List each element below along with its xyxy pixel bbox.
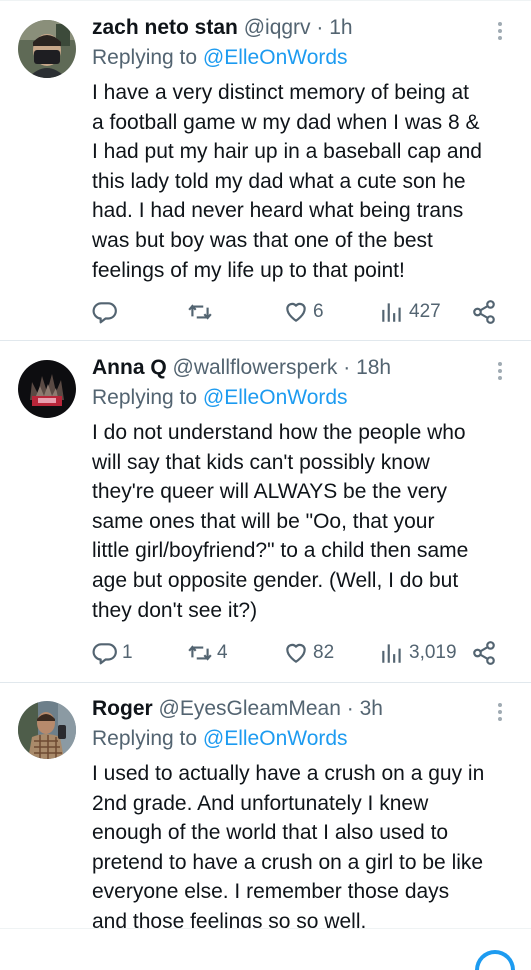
replying-to-label: Replying to (92, 46, 203, 69)
heart-icon (283, 640, 309, 666)
reply-icon (92, 640, 118, 666)
text-line: little girl/boyfriend?" to a child then … (92, 539, 469, 563)
heart-icon (283, 299, 309, 325)
tweet-header: Anna Q @wallflowersperk · 18h (92, 354, 391, 382)
timestamp[interactable]: 18h (356, 356, 391, 379)
separator-dot: · (316, 16, 324, 39)
text-line: 2nd grade. And unfortunately I knew (92, 791, 429, 815)
replying-to-mention[interactable]: @ElleOnWords (203, 727, 348, 750)
tweet-text: I have a very distinct memory of being a… (92, 78, 517, 285)
tweet-header: Roger @EyesGleamMean · 3h (92, 695, 383, 723)
retweet-icon (187, 640, 213, 666)
more-icon[interactable] (486, 358, 514, 384)
text-line: they're queer will ALWAYS be the very (92, 480, 447, 504)
display-name[interactable]: Anna Q (92, 356, 167, 379)
text-line: same ones that will be "Oo, that your (92, 509, 435, 533)
share-icon (471, 299, 497, 325)
timestamp[interactable]: 3h (360, 697, 383, 720)
text-line: I used to actually have a crush on a guy… (92, 762, 485, 785)
top-divider (0, 0, 531, 1)
reply-icon (92, 299, 118, 325)
text-line: I had put my hair up in a baseball cap a… (92, 140, 482, 164)
views-count: 427 (409, 301, 441, 322)
views-button[interactable]: 427 (379, 295, 441, 329)
display-name[interactable]: zach neto stan (92, 16, 238, 39)
text-line: a football game w my dad when I was 8 & (92, 110, 480, 134)
display-name[interactable]: Roger (92, 697, 153, 720)
views-icon (379, 299, 405, 325)
timestamp[interactable]: 1h (329, 16, 352, 39)
replying-to: Replying to @ElleOnWords (92, 725, 348, 753)
tweet-header: zach neto stan @iqgrv · 1h (92, 14, 353, 42)
separator-dot: · (346, 697, 354, 720)
text-line: will say that kids can't possibly know (92, 450, 430, 474)
avatar[interactable] (18, 360, 76, 418)
like-button[interactable]: 82 (283, 636, 334, 670)
text-line: was but boy was that one of the best (92, 228, 433, 252)
bottom-bar (0, 928, 531, 961)
replying-to-mention[interactable]: @ElleOnWords (203, 386, 348, 409)
views-count: 3,019 (409, 642, 457, 663)
text-line: they don't see it?) (92, 598, 258, 622)
user-handle[interactable]: @EyesGleamMean (159, 697, 341, 720)
retweet-button[interactable]: 4 (187, 636, 228, 670)
user-handle[interactable]: @wallflowersperk (173, 356, 338, 379)
like-count: 82 (313, 642, 335, 663)
retweet-icon (187, 299, 213, 325)
replying-to: Replying to @ElleOnWords (92, 44, 348, 72)
text-line: enough of the world that I also used to (92, 821, 449, 845)
more-icon[interactable] (486, 18, 514, 44)
replying-to-mention[interactable]: @ElleOnWords (203, 46, 348, 69)
text-line: feelings of my life up to that point! (92, 258, 405, 282)
replying-to-label: Replying to (92, 727, 203, 750)
tweet-text: I do not understand how the people who w… (92, 418, 517, 625)
reply-button[interactable] (92, 295, 118, 329)
retweet-count: 4 (217, 642, 228, 663)
avatar[interactable] (18, 701, 76, 759)
like-button[interactable]: 6 (283, 295, 324, 329)
action-bar: 6 427 (92, 295, 517, 329)
text-line: pretend to have a crush on a girl to be … (92, 850, 484, 874)
share-button[interactable] (471, 636, 497, 670)
replying-to-label: Replying to (92, 386, 203, 409)
like-count: 6 (313, 301, 324, 322)
text-line: I have a very distinct memory of being a… (92, 81, 470, 104)
views-icon (379, 640, 405, 666)
avatar[interactable] (18, 20, 76, 78)
text-line: this lady told my dad what a cute son he (92, 169, 466, 193)
text-line: everyone else. I remember those days (92, 880, 450, 904)
replying-to: Replying to @ElleOnWords (92, 384, 348, 412)
separator-dot: · (343, 356, 351, 379)
text-line: I do not understand how the people who (92, 421, 466, 444)
text-line: age but opposite gender. (Well, I do but (92, 568, 459, 592)
retweet-button[interactable] (187, 295, 213, 329)
divider (0, 682, 531, 683)
reply-count: 1 (122, 642, 133, 663)
action-bar: 1 4 82 3,019 (92, 636, 517, 670)
share-button[interactable] (471, 295, 497, 329)
more-icon[interactable] (486, 699, 514, 725)
divider (0, 340, 531, 341)
views-button[interactable]: 3,019 (379, 636, 457, 670)
text-line: had. I had never heard what being trans (92, 199, 464, 223)
tweet-text: I used to actually have a crush on a guy… (92, 759, 517, 937)
share-icon (471, 640, 497, 666)
user-handle[interactable]: @iqgrv (244, 16, 311, 39)
reply-button[interactable]: 1 (92, 636, 133, 670)
